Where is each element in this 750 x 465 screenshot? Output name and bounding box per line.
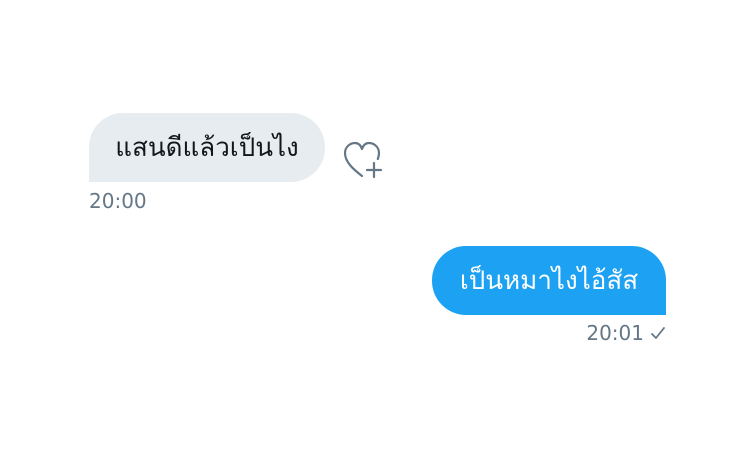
outgoing-message-meta: 20:01 (586, 323, 666, 343)
outgoing-message-bubble[interactable]: เป็นหมาไงไอ้สัส (432, 246, 666, 315)
outgoing-message-timestamp: 20:01 (586, 321, 644, 345)
checkmark-icon (650, 325, 666, 341)
heart-plus-icon[interactable] (341, 139, 387, 181)
incoming-message-bubble[interactable]: แสนดีแล้วเป็นไง (89, 113, 325, 182)
incoming-message-timestamp: 20:00 (89, 189, 147, 213)
